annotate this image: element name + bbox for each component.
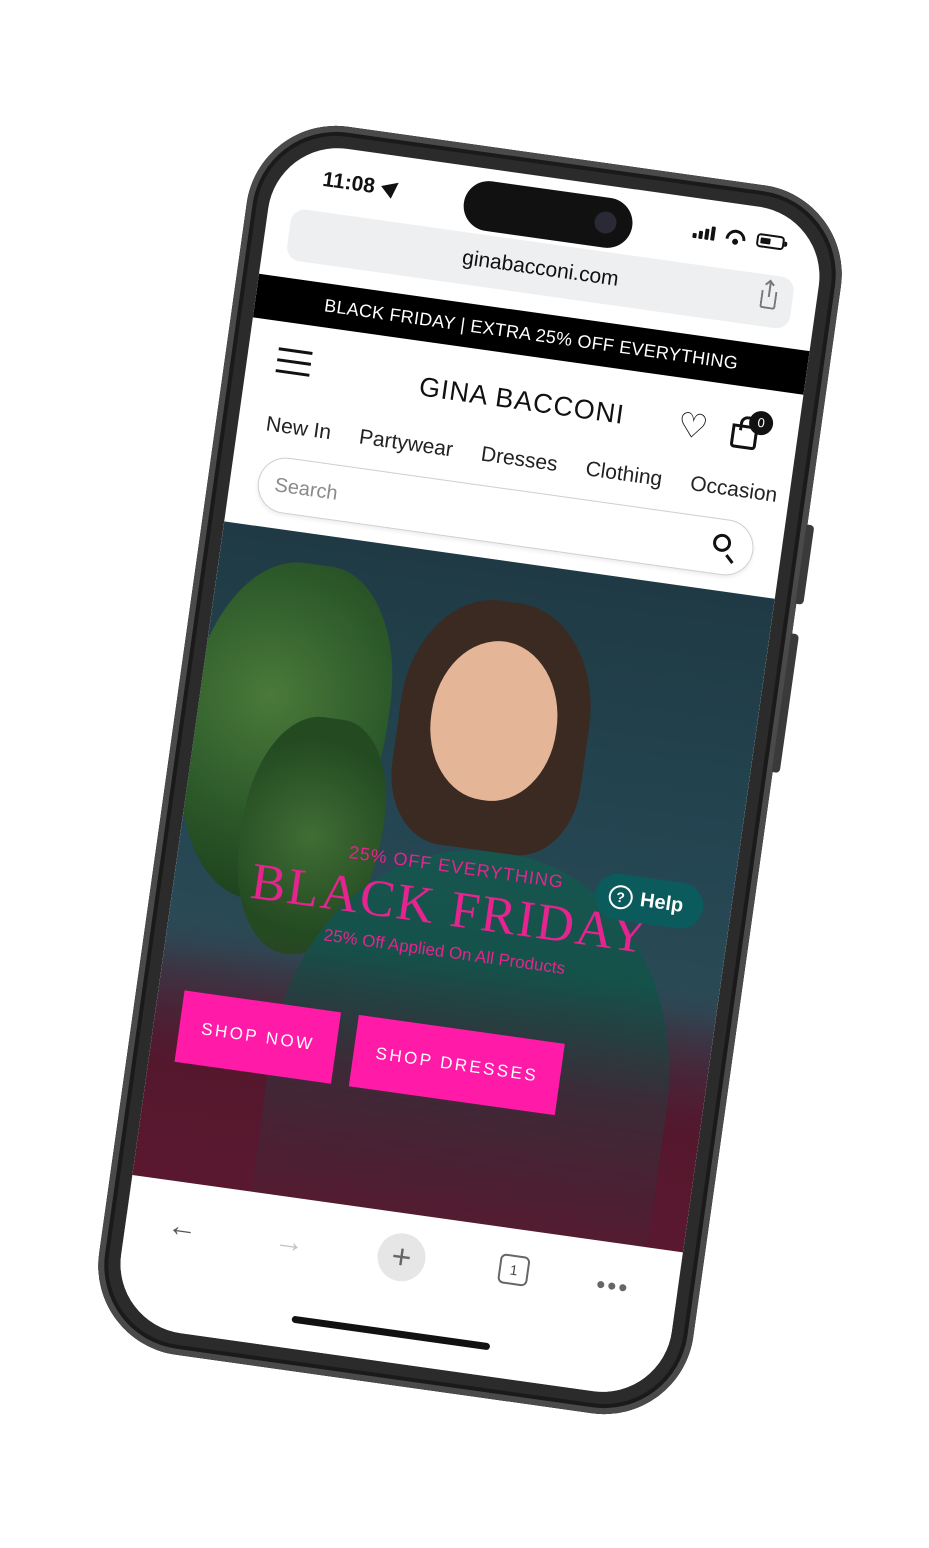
phone-power-button	[771, 633, 800, 774]
forward-arrow-icon[interactable]: →	[272, 1224, 306, 1261]
back-arrow-icon[interactable]: ←	[165, 1209, 199, 1246]
nav-item-occasion[interactable]: Occasion	[689, 472, 779, 508]
search-icon[interactable]	[711, 532, 733, 554]
signal-icon	[692, 224, 716, 241]
nav-item-new-in[interactable]: New In	[264, 412, 333, 445]
phone-side-button	[795, 524, 815, 605]
status-time: 11:08	[321, 167, 377, 198]
nav-item-clothing[interactable]: Clothing	[584, 457, 664, 491]
new-tab-plus-icon[interactable]: +	[374, 1230, 429, 1285]
phone-screen: 11:08 ginabacconi.com BLACK FRIDAY | EXT…	[111, 139, 829, 1401]
share-icon[interactable]	[759, 289, 778, 310]
battery-icon	[755, 232, 786, 251]
help-label: Help	[638, 888, 685, 917]
location-arrow-icon	[381, 176, 404, 199]
home-indicator[interactable]	[291, 1315, 491, 1351]
more-dots-icon[interactable]: •••	[594, 1269, 631, 1303]
stage: 11:08 ginabacconi.com BLACK FRIDAY | EXT…	[0, 0, 929, 1548]
camera-icon	[593, 210, 618, 235]
status-icons	[692, 224, 786, 251]
heart-icon[interactable]: ♡	[675, 406, 710, 448]
nav-item-dresses[interactable]: Dresses	[479, 443, 559, 477]
wifi-icon	[724, 228, 748, 245]
phone-frame: 11:08 ginabacconi.com BLACK FRIDAY | EXT…	[86, 114, 854, 1426]
help-question-icon: ?	[606, 883, 634, 911]
nav-item-partywear[interactable]: Partywear	[358, 425, 455, 462]
tabs-icon[interactable]: 1	[496, 1253, 531, 1287]
